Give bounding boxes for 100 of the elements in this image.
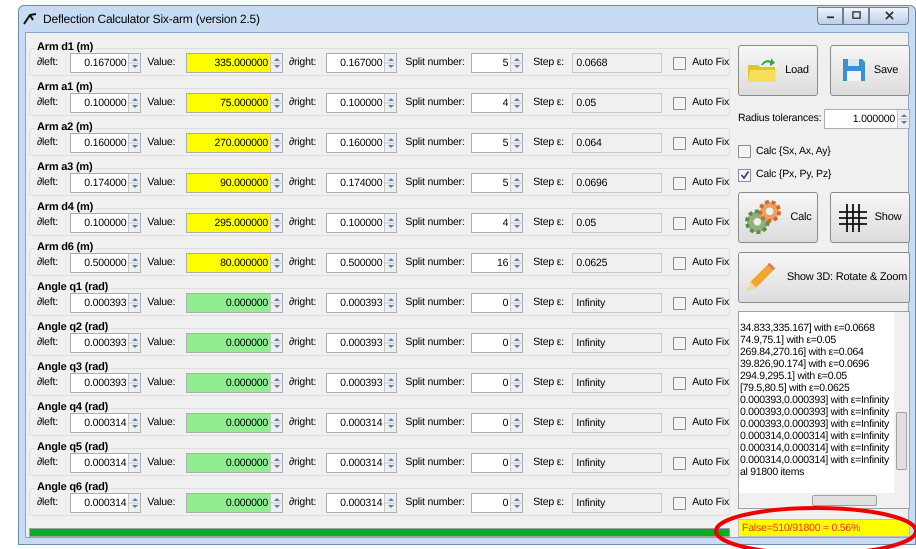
spin-arrows-icon[interactable] xyxy=(384,214,396,232)
spin-arrows-icon[interactable] xyxy=(510,334,522,352)
field-label: ∂left: xyxy=(37,375,59,390)
checkbox[interactable] xyxy=(673,296,686,310)
checkbox[interactable] xyxy=(673,456,686,470)
value-spinner[interactable]: 90.000000 xyxy=(186,174,270,192)
field-label: Split number: xyxy=(405,215,465,230)
minimize-button[interactable] xyxy=(817,6,843,25)
checkbox-label: Auto Fix xyxy=(692,55,730,70)
spin-arrows-icon[interactable] xyxy=(510,214,522,232)
checkbox[interactable] xyxy=(673,496,686,510)
spin-arrows-icon[interactable] xyxy=(128,294,140,312)
value-spinner[interactable]: 75.000000 xyxy=(186,94,270,112)
spin-arrows-icon[interactable] xyxy=(128,214,140,232)
spin-arrows-icon[interactable] xyxy=(128,54,140,72)
spin-arrows-icon[interactable] xyxy=(128,254,140,272)
spin-arrows-icon[interactable] xyxy=(510,174,522,192)
spin-arrows-icon[interactable] xyxy=(384,334,396,352)
spin-arrows-icon[interactable] xyxy=(510,454,522,472)
spin-arrows-icon[interactable] xyxy=(128,454,140,472)
value-spinner[interactable]: 0.000000 xyxy=(186,334,270,352)
status-bar: False=510/91800 ≈ 0.56% xyxy=(738,519,910,537)
field-label: ∂left: xyxy=(37,215,59,230)
spin-arrows-icon[interactable] xyxy=(270,54,282,72)
spin-arrows-icon[interactable] xyxy=(270,94,282,112)
field-label: Value: xyxy=(147,175,176,190)
field-label: Step ε: xyxy=(533,455,565,470)
value-spinner[interactable]: 0.000000 xyxy=(186,454,270,472)
field-label: Value: xyxy=(147,55,176,70)
field-label: Value: xyxy=(147,135,176,150)
spin-arrows-icon[interactable] xyxy=(384,94,396,112)
spin-arrows-icon[interactable] xyxy=(384,134,396,152)
value-spinner[interactable]: 0.000000 xyxy=(186,494,270,512)
checkbox[interactable] xyxy=(673,96,686,110)
spin-arrows-icon[interactable] xyxy=(128,134,140,152)
spin-arrows-icon[interactable] xyxy=(270,374,282,392)
spin-arrows-icon[interactable] xyxy=(510,134,522,152)
spin-arrows-icon[interactable] xyxy=(270,214,282,232)
spin-arrows-icon[interactable] xyxy=(384,454,396,472)
spin-arrows-icon[interactable] xyxy=(384,294,396,312)
show-3d-button[interactable]: Show 3D: Rotate & Zoom xyxy=(738,252,910,303)
checkbox[interactable] xyxy=(738,144,751,158)
spin-arrows-icon[interactable] xyxy=(510,254,522,272)
spin-arrows-icon[interactable] xyxy=(510,374,522,392)
spin-arrows-icon[interactable] xyxy=(270,254,282,272)
spin-arrows-icon[interactable] xyxy=(270,134,282,152)
checkbox[interactable] xyxy=(673,416,686,430)
checkbox[interactable] xyxy=(673,176,686,190)
checkbox[interactable] xyxy=(673,376,686,390)
spin-arrows-icon[interactable] xyxy=(510,94,522,112)
value-spinner[interactable]: 0.000000 xyxy=(186,294,270,312)
spin-arrows-icon[interactable] xyxy=(128,174,140,192)
spin-arrows-icon[interactable] xyxy=(384,174,396,192)
checkbox[interactable] xyxy=(673,56,686,70)
spin-arrows-icon[interactable] xyxy=(270,414,282,432)
spin-arrows-icon[interactable] xyxy=(384,54,396,72)
spin-arrows-icon[interactable] xyxy=(510,294,522,312)
horizontal-scrollbar[interactable] xyxy=(739,493,909,508)
spin-arrows-icon[interactable] xyxy=(128,494,140,512)
value-spinner[interactable]: 80.000000 xyxy=(186,254,270,272)
spin-arrows-icon[interactable] xyxy=(510,494,522,512)
spin-arrows-icon[interactable] xyxy=(384,254,396,272)
field-label: Value: xyxy=(147,455,176,470)
field-label: ∂right: xyxy=(289,255,318,270)
checkbox[interactable] xyxy=(673,256,686,270)
vertical-scrollbar[interactable] xyxy=(894,312,909,493)
checkbox-label: Calc {Sx, Ax, Ay} xyxy=(756,144,831,158)
spin-arrows-icon[interactable] xyxy=(384,374,396,392)
save-button[interactable]: Save xyxy=(830,44,910,96)
spin-arrows-icon[interactable] xyxy=(897,110,909,128)
spin-arrows-icon[interactable] xyxy=(128,94,140,112)
field-label: Radius tolerances: xyxy=(738,110,822,126)
value-spinner[interactable]: 0.000000 xyxy=(186,414,270,432)
close-button[interactable] xyxy=(869,6,909,25)
spin-arrows-icon[interactable] xyxy=(270,334,282,352)
load-button[interactable]: Load xyxy=(738,44,818,96)
value-spinner[interactable]: 0.000000 xyxy=(186,374,270,392)
value-spinner[interactable]: 270.000000 xyxy=(186,134,270,152)
checkbox[interactable] xyxy=(673,136,686,150)
calc-button[interactable]: Calc xyxy=(738,192,818,243)
show-button[interactable]: Show xyxy=(830,192,910,243)
maximize-button[interactable] xyxy=(843,6,869,25)
checkbox[interactable] xyxy=(673,336,686,350)
spin-arrows-icon[interactable] xyxy=(270,294,282,312)
spin-arrows-icon[interactable] xyxy=(270,494,282,512)
checkbox[interactable] xyxy=(738,168,751,182)
spin-arrows-icon[interactable] xyxy=(128,334,140,352)
spin-arrows-icon[interactable] xyxy=(510,54,522,72)
value-spinner[interactable]: 295.000000 xyxy=(186,214,270,232)
value-spinner[interactable]: 335.000000 xyxy=(186,54,270,72)
spin-arrows-icon[interactable] xyxy=(510,414,522,432)
spin-arrows-icon[interactable] xyxy=(384,414,396,432)
spin-arrows-icon[interactable] xyxy=(270,174,282,192)
spin-arrows-icon[interactable] xyxy=(384,494,396,512)
checkbox[interactable] xyxy=(673,216,686,230)
spin-arrows-icon[interactable] xyxy=(128,414,140,432)
spin-arrows-icon[interactable] xyxy=(270,454,282,472)
field-label: Split number: xyxy=(405,175,465,190)
spin-arrows-icon[interactable] xyxy=(128,374,140,392)
log-line: 0.000314,0.000314] with ε=Infinity xyxy=(740,442,889,454)
